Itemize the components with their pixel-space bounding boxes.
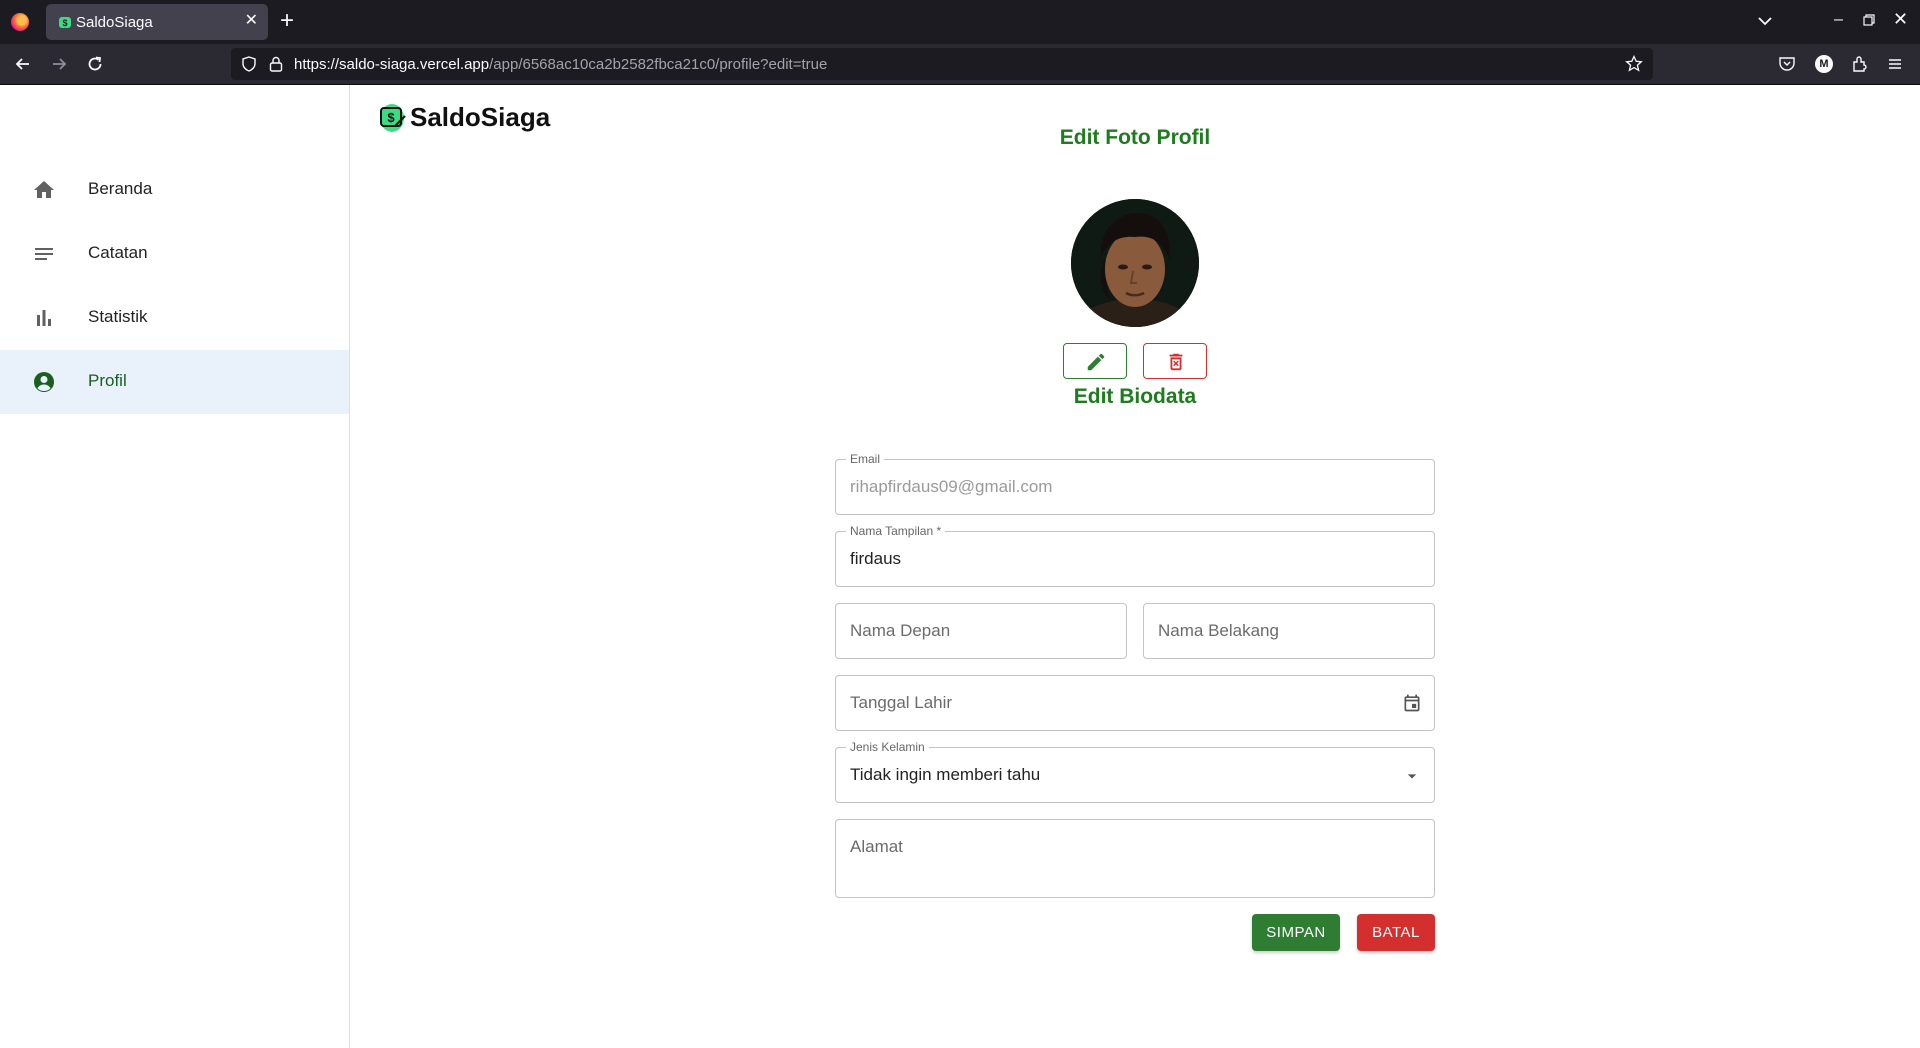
calendar-icon[interactable]	[1402, 692, 1422, 714]
tab-title: SaldoSiaga	[76, 14, 153, 31]
bar-chart-icon	[37, 310, 51, 326]
display-name-field[interactable]: Nama Tampilan * firdaus	[835, 524, 1435, 587]
browser-tab-strip: $ SaldoSiaga ✕ + – ✕	[0, 0, 1920, 44]
shield-icon[interactable]	[241, 56, 257, 72]
address-field[interactable]: Alamat	[835, 819, 1435, 898]
birth-date-field[interactable]: Tanggal Lahir	[835, 675, 1435, 731]
first-name-field[interactable]: Nama Depan	[835, 603, 1127, 659]
save-button[interactable]: SIMPAN	[1252, 914, 1340, 951]
svg-text:$: $	[387, 110, 395, 125]
email-label: Email	[846, 452, 885, 466]
saldosiaga-logo-icon: $	[380, 104, 406, 132]
last-name-field[interactable]: Nama Belakang	[1143, 603, 1435, 659]
bookmark-star-icon[interactable]	[1625, 55, 1643, 73]
extensions-icon[interactable]	[1851, 55, 1869, 73]
close-tab-icon[interactable]: ✕	[245, 12, 258, 30]
sidebar-item-profil[interactable]: Profil	[0, 350, 349, 414]
brand-name: SaldoSiaga	[410, 102, 551, 132]
sidebar-item-label: Beranda	[88, 179, 153, 198]
firefox-logo-icon[interactable]	[11, 13, 29, 31]
home-icon	[34, 181, 54, 198]
address-placeholder: Alamat	[850, 837, 903, 856]
forward-arrow-icon[interactable]	[49, 54, 69, 74]
chevron-down-icon[interactable]	[1756, 12, 1774, 30]
lock-icon[interactable]	[269, 56, 283, 72]
gender-label: Jenis Kelamin	[846, 740, 929, 754]
sidebar-item-catatan[interactable]: Catatan	[0, 222, 349, 286]
pencil-icon	[1087, 353, 1105, 371]
first-name-placeholder: Nama Depan	[850, 621, 951, 640]
new-tab-icon[interactable]: +	[280, 8, 294, 34]
cancel-button[interactable]: BATAL	[1357, 914, 1435, 951]
browser-navigation-bar: https://saldo-siaga.vercel.app/app/6568a…	[0, 44, 1920, 85]
minimize-window-icon[interactable]: –	[1834, 11, 1843, 29]
dropdown-arrow-icon	[1407, 774, 1417, 779]
notes-icon	[35, 248, 53, 260]
delete-photo-button[interactable]	[1143, 343, 1207, 379]
url-host: https://saldo-siaga.vercel.app	[294, 56, 490, 73]
delete-forever-icon	[1169, 353, 1183, 371]
display-name-value: firdaus	[850, 549, 902, 568]
pocket-icon[interactable]	[1778, 55, 1796, 73]
close-window-icon[interactable]: ✕	[1893, 9, 1908, 30]
account-circle-icon	[34, 372, 54, 392]
profile-photo	[1071, 199, 1199, 327]
app-page: Beranda Catatan Statistik Profil $ Saldo…	[0, 85, 1920, 1048]
address-bar[interactable]: https://saldo-siaga.vercel.app/app/6568a…	[231, 48, 1653, 80]
menu-icon[interactable]	[1886, 55, 1904, 73]
account-avatar[interactable]: M	[1815, 55, 1833, 73]
edit-photo-button[interactable]	[1063, 343, 1127, 379]
sidebar-item-label: Catatan	[88, 243, 148, 262]
restore-window-icon[interactable]	[1863, 14, 1875, 26]
browser-tab[interactable]: $ SaldoSiaga ✕	[46, 4, 268, 40]
edit-photo-title: Edit Foto Profil	[1059, 126, 1211, 149]
svg-text:$: $	[62, 18, 67, 28]
sidebar-item-beranda[interactable]: Beranda	[0, 158, 349, 222]
sidebar-item-label: Profil	[88, 371, 127, 390]
birth-date-placeholder: Tanggal Lahir	[850, 693, 953, 712]
edit-biodata-title: Edit Biodata	[1073, 385, 1197, 408]
gender-select[interactable]: Jenis Kelamin Tidak ingin memberi tahu	[835, 740, 1435, 803]
sidebar-item-label: Statistik	[88, 307, 148, 326]
email-value: rihapfirdaus09@gmail.com	[850, 477, 1053, 496]
saldosiaga-favicon-icon: $	[59, 17, 71, 28]
back-arrow-icon[interactable]	[13, 54, 33, 74]
sidebar-item-statistik[interactable]: Statistik	[0, 286, 349, 350]
reload-icon[interactable]	[85, 54, 105, 74]
email-field: Email rihapfirdaus09@gmail.com	[835, 452, 1435, 515]
url-path: /app/6568ac10ca2b2582fbca21c0/profile?ed…	[489, 56, 828, 73]
sidebar: Beranda Catatan Statistik Profil	[0, 85, 350, 1048]
profile-photo-image	[1071, 199, 1199, 327]
last-name-placeholder: Nama Belakang	[1158, 621, 1279, 640]
url-text: https://saldo-siaga.vercel.app/app/6568a…	[294, 56, 827, 73]
gender-value: Tidak ingin memberi tahu	[850, 765, 1041, 784]
display-name-label: Nama Tampilan *	[846, 524, 946, 538]
